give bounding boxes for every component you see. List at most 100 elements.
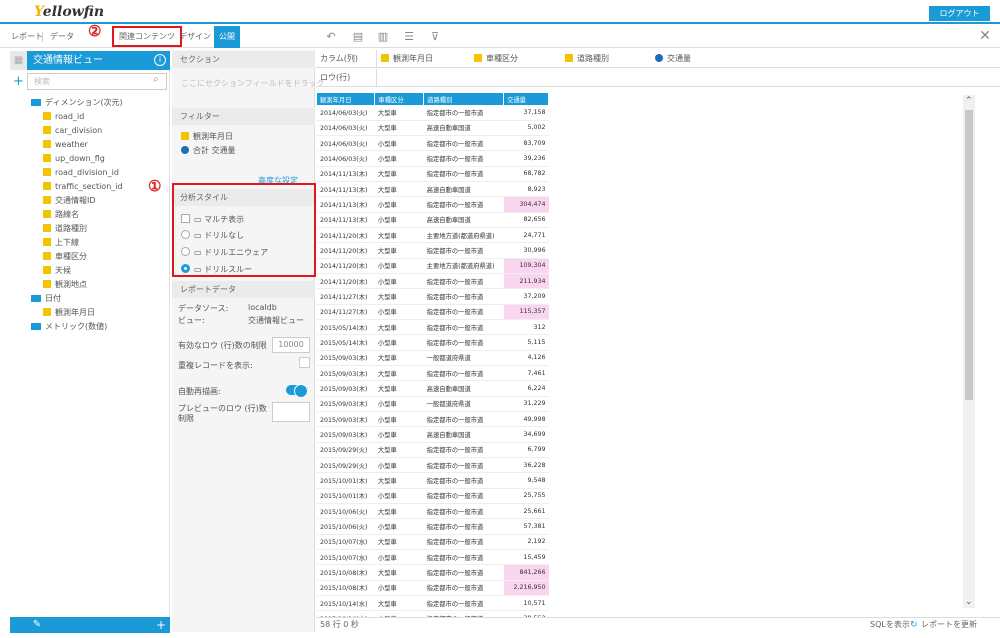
table-cell: 大型車 <box>374 564 424 581</box>
table-cell: 小型車 <box>374 411 424 428</box>
column-field-vehicle[interactable]: 車種区分 <box>474 50 518 68</box>
folder-date[interactable]: 日付 <box>31 292 123 306</box>
show-sql-link[interactable]: SQLを表示 <box>870 617 910 633</box>
table-cell: 39,236 <box>503 150 549 167</box>
field-item[interactable]: 路線名 <box>31 208 123 222</box>
tab-data[interactable]: データ <box>45 26 79 48</box>
table-cell: 2015/09/03(木) <box>317 411 375 428</box>
column-header[interactable]: 観測年月日 <box>317 93 376 105</box>
search-icon: ⌕ <box>153 74 159 85</box>
table-cell: 2015/05/14(木) <box>317 319 375 336</box>
undo-icon[interactable]: ↶ <box>324 30 338 44</box>
field-label: 観測年月日 <box>55 308 95 317</box>
tab-related-content[interactable]: 関連コンテンツ <box>112 26 182 47</box>
folder-metric[interactable]: メトリック(数値) <box>31 320 123 334</box>
column-header[interactable]: 道路種別 <box>423 93 505 105</box>
field-item[interactable]: 道路種別 <box>31 222 123 236</box>
dimension-icon <box>43 182 51 190</box>
table-cell: 小型車 <box>374 549 424 566</box>
table-cell: 2015/10/07(水) <box>317 549 375 566</box>
table-cell: 2014/11/20(木) <box>317 227 375 244</box>
tab-design[interactable]: デザイン <box>174 26 216 48</box>
view-title: 交通情報ビュー <box>27 51 170 70</box>
field-item[interactable]: 車種区分 <box>31 250 123 264</box>
table-icon[interactable]: ▤ <box>351 30 365 44</box>
field-item[interactable]: 観測年月日 <box>31 306 123 320</box>
table-cell: 指定都市の一般市道 <box>423 105 504 121</box>
add-icon[interactable]: + <box>10 74 27 90</box>
field-item[interactable]: car_division <box>31 124 123 138</box>
table-cell: 15,459 <box>503 549 549 566</box>
table-cell: 大型車 <box>374 319 424 336</box>
folder-dimension[interactable]: ディメンション(次元) <box>31 96 123 110</box>
table-cell: 指定都市の一般市道 <box>423 580 504 597</box>
field-label: road_id <box>55 112 85 121</box>
field-item[interactable]: road_id <box>31 110 123 124</box>
table-cell: 大型車 <box>374 365 424 382</box>
table-cell: 2014/11/13(木) <box>317 212 375 229</box>
table-cell: 2014/11/13(木) <box>317 181 375 198</box>
logout-button[interactable]: ログアウト <box>929 6 990 21</box>
table-cell: 高速自動車国道 <box>423 426 504 443</box>
yellowfin-logo[interactable]: Yellowfin <box>34 4 104 20</box>
table-row: 2015/10/08(木) 小型車 指定都市の一般市道 2,216,950 <box>317 580 549 597</box>
field-item[interactable]: 観測地点 <box>31 278 123 292</box>
preview-limit-input[interactable] <box>272 402 310 422</box>
folder-icon <box>31 295 41 302</box>
column-field-traffic[interactable]: 交通量 <box>655 50 691 68</box>
table-cell: 2014/11/27(木) <box>317 288 375 305</box>
row-drop-row[interactable] <box>316 69 1000 87</box>
column-header[interactable]: 交通量 <box>503 93 549 105</box>
table-row: 2015/10/06(火) 大型車 指定都市の一般市道 25,661 <box>317 503 549 520</box>
scroll-up-icon[interactable]: ⌃ <box>965 96 973 106</box>
table-cell: 2015/09/03(木) <box>317 396 375 413</box>
field-item[interactable]: road_division_id <box>31 166 123 180</box>
field-item[interactable]: 交通情報ID <box>31 194 123 208</box>
field-item[interactable]: 上下線 <box>31 236 123 250</box>
column-field-date[interactable]: 観測年月日 <box>381 50 433 68</box>
field-item[interactable]: up_down_flg <box>31 152 123 166</box>
top-bar <box>0 0 1000 24</box>
table-cell: 2014/11/20(木) <box>317 258 375 275</box>
filter-item-traffic[interactable]: 合計 交通量 <box>181 145 236 156</box>
report-table-wrap: 観測年月日 車種区分 道路種別 交通量 2014/06/03(火) 大型車 指定都市の一般… <box>317 93 549 618</box>
table-cell: 小型車 <box>374 212 424 229</box>
table-cell: 49,998 <box>503 411 549 428</box>
table-cell: 25,661 <box>503 503 549 520</box>
table-cell: 2014/11/27(木) <box>317 304 375 321</box>
edit-icon[interactable]: ✎ <box>30 617 44 633</box>
field-item[interactable]: 天候 <box>31 264 123 278</box>
tab-publish[interactable]: 公開 <box>214 26 240 48</box>
field-item[interactable]: weather <box>31 138 123 152</box>
search-input[interactable]: 検索 <box>27 73 167 90</box>
list-icon[interactable]: ☰ <box>402 30 416 44</box>
duplicate-checkbox[interactable] <box>299 357 310 368</box>
row-limit-input[interactable]: 10000 <box>272 337 310 353</box>
dimension-icon <box>43 210 51 218</box>
section-dropzone[interactable]: ここにセクションフィールドをドラッグ <box>181 78 325 89</box>
add-footer-icon[interactable]: + <box>154 617 168 633</box>
close-icon[interactable]: ✕ <box>978 29 992 43</box>
table-cell: 指定都市の一般市道 <box>423 166 504 183</box>
scroll-down-icon[interactable]: ⌄ <box>965 597 973 607</box>
table-cell: 小型車 <box>374 273 424 290</box>
table-cell: 大型車 <box>374 595 424 612</box>
refresh-report-link[interactable]: レポートを更新 <box>921 617 977 633</box>
columns-icon[interactable]: ▥ <box>376 30 390 44</box>
table-cell: 指定都市の一般市道 <box>423 288 504 305</box>
autorefresh-toggle[interactable] <box>286 384 308 398</box>
filter-icon[interactable]: ⊽ <box>428 30 442 44</box>
field-item[interactable]: traffic_section_id <box>31 180 123 194</box>
info-icon[interactable]: i <box>154 54 166 66</box>
filter-item-date[interactable]: 観測年月日 <box>181 131 233 142</box>
table-cell: 2015/09/03(木) <box>317 365 375 382</box>
column-header[interactable]: 車種区分 <box>374 93 425 105</box>
refresh-icon[interactable]: ↻ <box>910 617 918 633</box>
table-cell: 小型車 <box>374 304 424 321</box>
column-field-road[interactable]: 道路種別 <box>565 50 609 68</box>
grid-icon[interactable]: ▦ <box>10 51 27 70</box>
scrollbar-thumb[interactable] <box>965 110 973 400</box>
table-cell: 指定都市の一般市道 <box>423 196 504 213</box>
table-row: 2015/09/29(火) 小型車 指定都市の一般市道 36,228 <box>317 457 549 474</box>
table-cell: 34,699 <box>503 426 549 443</box>
